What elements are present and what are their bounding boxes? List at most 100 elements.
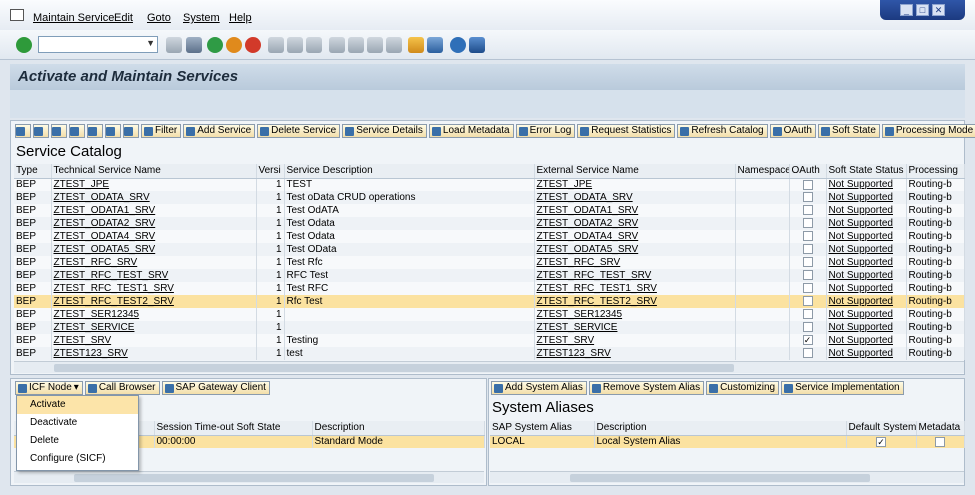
column-header[interactable]: Technical Service Name — [51, 164, 257, 179]
call-browser-button[interactable]: Call Browser — [84, 381, 160, 395]
find-next-icon[interactable] — [306, 37, 322, 53]
enter-icon[interactable] — [16, 37, 32, 53]
column-header[interactable]: Namespace — [735, 164, 790, 179]
delete-service-button[interactable]: Delete Service — [257, 124, 341, 138]
oauth-checkbox[interactable] — [802, 205, 813, 216]
menu-goto[interactable]: Goto — [147, 12, 171, 24]
menu-maintain-service[interactable]: Maintain Service — [33, 12, 114, 24]
help-icon[interactable] — [450, 37, 466, 53]
layout-icon[interactable] — [123, 124, 139, 138]
oauth-button[interactable]: OAuth — [769, 124, 816, 138]
menu-help[interactable]: Help — [229, 12, 252, 24]
oauth-checkbox[interactable] — [802, 309, 813, 320]
refresh-catalog-button[interactable]: Refresh Catalog — [677, 124, 768, 138]
previous-page-icon[interactable] — [348, 37, 364, 53]
table-row[interactable]: BEP ZTEST123_SRV 1 test ZTEST123_SRV Not Supp… — [14, 347, 965, 360]
table-row[interactable]: BEP ZTEST_RFC_TEST2_SRV 1 Rfc Test ZTEST_RFC… — [14, 295, 965, 308]
find-icon[interactable] — [69, 124, 85, 138]
table-row[interactable]: BEP ZTEST_SERVICE 1 ZTEST_SERVICE Not Suppor… — [14, 321, 965, 334]
column-header[interactable]: External Service Name — [534, 164, 736, 179]
column-header[interactable]: Metadata — [916, 421, 965, 436]
oauth-checkbox[interactable] — [802, 179, 813, 190]
default-system-checkbox[interactable]: ✓ — [876, 436, 886, 447]
menu-system[interactable]: System — [183, 12, 220, 24]
column-header[interactable]: Description — [594, 421, 847, 436]
collapse-icon[interactable] — [166, 37, 182, 53]
scrollbar-thumb[interactable] — [570, 474, 870, 482]
close-button[interactable]: ✕ — [932, 4, 945, 16]
customizing-button[interactable]: Customizing — [706, 381, 780, 395]
filter-button[interactable]: Filter — [141, 124, 182, 138]
column-header[interactable]: OAuth — [789, 164, 827, 179]
scrollbar-thumb[interactable] — [74, 474, 434, 482]
service-details-button[interactable]: Service Details — [342, 124, 427, 138]
add-system-alias-button[interactable]: Add System Alias — [491, 381, 587, 395]
column-header[interactable]: Processing — [906, 164, 965, 179]
oauth-checkbox[interactable] — [802, 244, 813, 255]
table-row[interactable]: LOCAL Local System Alias ✓ — [490, 435, 965, 448]
sap-gateway-client-button[interactable]: SAP Gateway Client — [161, 381, 270, 395]
table-row[interactable]: BEP ZTEST_ODATA4_SRV 1 Test Odata ZTEST_ODAT… — [14, 230, 965, 243]
soft-state-button[interactable]: Soft State — [817, 124, 880, 138]
menu-item-deactivate[interactable]: Deactivate — [17, 414, 138, 432]
oauth-checkbox[interactable] — [802, 296, 813, 307]
oauth-checkbox[interactable] — [802, 283, 813, 294]
oauth-checkbox[interactable] — [802, 270, 813, 281]
load-metadata-button[interactable]: Load Metadata — [428, 124, 514, 138]
save-icon[interactable] — [186, 37, 202, 53]
menu-item-activate[interactable]: Activate — [17, 396, 138, 414]
oauth-checkbox[interactable] — [802, 218, 813, 229]
service-implementation-button[interactable]: Service Implementation — [781, 381, 904, 395]
command-field[interactable]: ▼ — [38, 36, 158, 53]
app-menu-icon[interactable] — [10, 9, 24, 21]
table-row[interactable]: BEP ZTEST_SRV 1 Testing ZTEST_SRV ✓ Not Suppor… — [14, 334, 965, 347]
find-icon[interactable] — [287, 37, 303, 53]
oauth-checkbox[interactable] — [802, 257, 813, 268]
oauth-checkbox[interactable] — [802, 231, 813, 242]
column-header[interactable]: Description — [312, 421, 485, 436]
column-header[interactable]: Default System — [846, 421, 917, 436]
table-row[interactable]: BEP ZTEST_ODATA1_SRV 1 Test OdATA ZTEST_ODAT… — [14, 204, 965, 217]
aliases-horizontal-scrollbar[interactable] — [490, 471, 964, 483]
print-icon[interactable] — [268, 37, 284, 53]
catalog-horizontal-scrollbar[interactable] — [14, 361, 964, 373]
back-icon[interactable] — [207, 37, 223, 53]
next-page-icon[interactable] — [367, 37, 383, 53]
table-row[interactable]: BEP ZTEST_ODATA2_SRV 1 Test Odata ZTEST_ODAT… — [14, 217, 965, 230]
metadata-checkbox[interactable] — [935, 436, 945, 447]
menu-item-configure-sicf[interactable]: Configure (SICF) — [17, 450, 138, 468]
oauth-checkbox[interactable] — [802, 192, 813, 203]
request-statistics-button[interactable]: Request Statistics — [577, 124, 676, 138]
first-page-icon[interactable] — [329, 37, 345, 53]
error-log-button[interactable]: Error Log — [515, 124, 576, 138]
find-next-icon[interactable] — [87, 124, 103, 138]
column-header[interactable]: Soft State Status — [826, 164, 907, 179]
remove-system-alias-button[interactable]: Remove System Alias — [588, 381, 705, 395]
scrollbar-thumb[interactable] — [54, 364, 734, 372]
column-header[interactable]: Versi — [256, 164, 285, 179]
restore-button[interactable]: □ — [916, 4, 929, 16]
oauth-checkbox[interactable] — [802, 348, 813, 359]
oauth-checkbox[interactable] — [802, 322, 813, 333]
last-page-icon[interactable] — [386, 37, 402, 53]
table-row[interactable]: BEP ZTEST_ODATA_SRV 1 Test oData CRUD opera… — [14, 191, 965, 204]
column-header[interactable]: SAP System Alias — [490, 421, 595, 436]
customize-layout-icon[interactable] — [469, 37, 485, 53]
menu-item-delete[interactable]: Delete — [17, 432, 138, 450]
cancel-icon[interactable] — [245, 37, 261, 53]
chevron-down-icon[interactable]: ▼ — [146, 38, 155, 48]
sort-ascending-icon[interactable] — [33, 124, 49, 138]
icf-node-button[interactable]: ICF Node ▾ — [15, 381, 83, 395]
table-row[interactable]: BEP ZTEST_RFC_TEST_SRV 1 RFC Test ZTEST_RFC_… — [14, 269, 965, 282]
sort-descending-icon[interactable] — [51, 124, 67, 138]
menu-edit[interactable]: Edit — [114, 12, 133, 24]
column-header[interactable]: Type — [14, 164, 52, 179]
exit-icon[interactable] — [226, 37, 242, 53]
minimize-button[interactable]: _ — [900, 4, 913, 16]
table-row[interactable]: BEP ZTEST_RFC_SRV 1 Test Rfc ZTEST_RFC_SRV No… — [14, 256, 965, 269]
oauth-checkbox[interactable]: ✓ — [802, 335, 813, 346]
column-header[interactable]: Service Description — [284, 164, 535, 179]
new-session-icon[interactable] — [408, 37, 424, 53]
table-row[interactable]: BEP ZTEST_JPE 1 TEST ZTEST_JPE Not Supported R… — [14, 178, 965, 191]
column-header[interactable]: Session Time-out Soft State — [154, 421, 313, 436]
